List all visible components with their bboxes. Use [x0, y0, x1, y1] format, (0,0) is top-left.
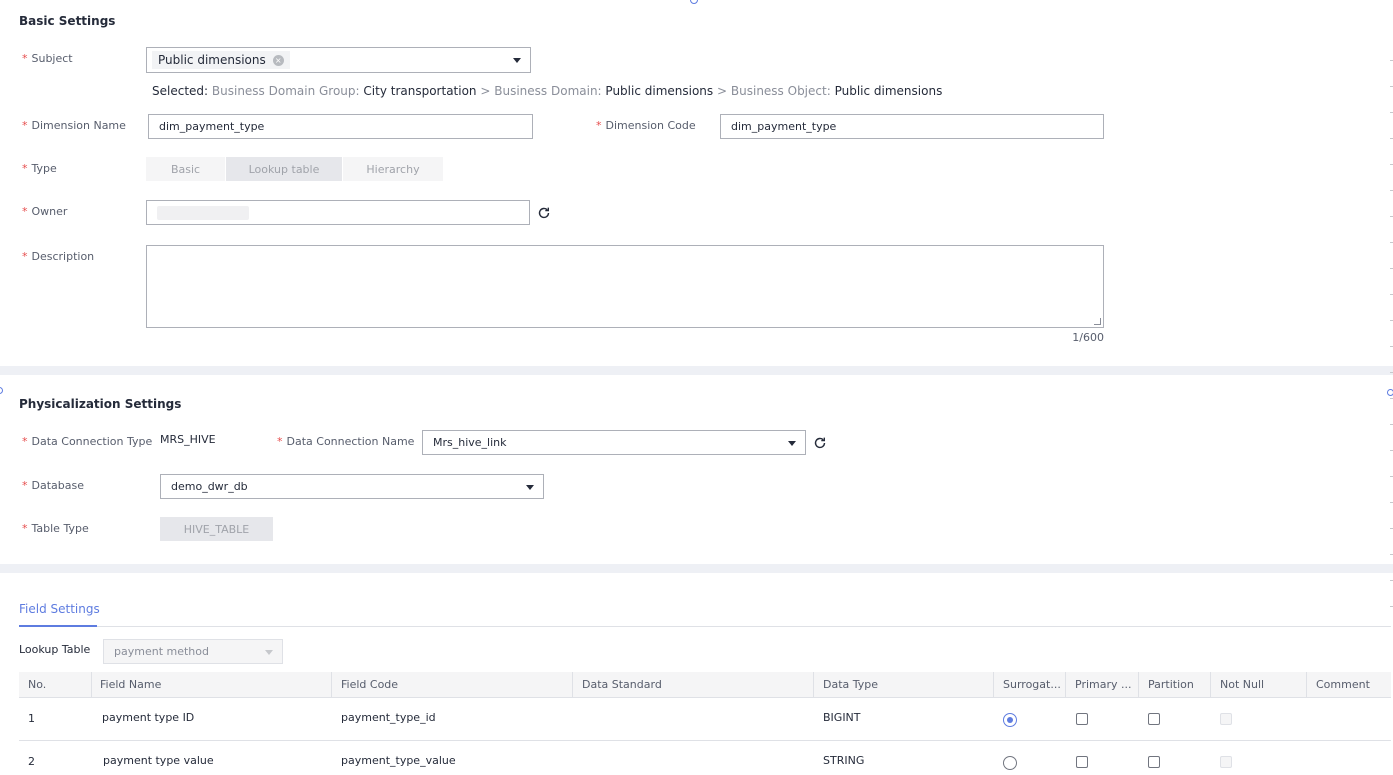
column-separator — [1306, 672, 1307, 698]
column-header-not-null: Not Null — [1220, 678, 1265, 691]
column-separator — [1065, 672, 1066, 698]
column-header-no: No. — [28, 678, 47, 691]
scroll-marker-icon — [690, 0, 698, 4]
table-type-option-hive[interactable]: HIVE_TABLE — [160, 517, 273, 541]
selected-prefix: Selected: — [152, 84, 209, 98]
path-separator: > — [717, 84, 728, 98]
group-label: Business Domain Group: — [211, 84, 360, 98]
data-connection-name-label: * Data Connection Name — [277, 435, 415, 448]
dimension-code-label: * Dimension Code — [596, 119, 696, 132]
surrogate-radio[interactable] — [1003, 756, 1017, 770]
column-separator — [1138, 672, 1139, 698]
tag-remove-icon[interactable]: × — [272, 54, 284, 66]
tab-field-settings[interactable]: Field Settings — [19, 602, 100, 616]
subject-tag: Public dimensions × — [152, 51, 290, 69]
physicalization-settings-title: Physicalization Settings — [19, 397, 182, 411]
data-connection-name-value: Mrs_hive_link — [433, 436, 507, 449]
type-option-basic[interactable]: Basic — [146, 157, 225, 181]
refresh-connection-icon[interactable] — [812, 435, 828, 451]
data-connection-type-label: * Data Connection Type — [22, 435, 153, 448]
chevron-down-icon — [526, 485, 534, 490]
table-row[interactable] — [19, 698, 1391, 741]
lookup-table-value: payment method — [114, 645, 209, 658]
anchor-marker-icon — [0, 387, 3, 394]
type-label: * Type — [22, 162, 57, 175]
data-connection-name-select[interactable]: Mrs_hive_link — [422, 430, 806, 455]
row-field-name[interactable]: payment type ID — [102, 711, 194, 724]
primary-key-checkbox[interactable] — [1076, 713, 1088, 725]
row-no: 1 — [28, 712, 35, 725]
column-header-field-name: Field Name — [100, 678, 162, 691]
domain-value: Public dimensions — [605, 84, 714, 98]
primary-key-checkbox[interactable] — [1076, 756, 1088, 768]
tab-bar-divider — [97, 626, 1391, 627]
surrogate-radio[interactable] — [1003, 713, 1017, 727]
row-no: 2 — [28, 755, 35, 768]
subject-tag-label: Public dimensions — [158, 53, 266, 67]
tab-active-indicator — [19, 625, 97, 627]
row-data-type[interactable]: STRING — [823, 754, 864, 767]
description-textarea[interactable] — [146, 245, 1104, 328]
database-label: * Database — [22, 479, 84, 492]
description-label: * Description — [22, 250, 95, 263]
column-separator — [993, 672, 994, 698]
table-row[interactable] — [19, 741, 1391, 775]
owner-value-blurred — [157, 205, 249, 220]
subject-select[interactable]: Public dimensions × — [146, 47, 531, 73]
owner-label: * Owner — [22, 205, 68, 218]
column-header-partition: Partition — [1148, 678, 1194, 691]
row-field-code[interactable]: payment_type_id — [341, 711, 436, 724]
resize-handle-icon[interactable] — [1094, 318, 1101, 325]
domain-label: Business Domain: — [494, 84, 602, 98]
column-separator — [1210, 672, 1211, 698]
lookup-table-label: Lookup Table — [19, 643, 91, 656]
column-header-surrogate: Surrogat... — [1003, 678, 1061, 691]
column-header-data-type: Data Type — [823, 678, 879, 691]
required-mark: * — [22, 52, 28, 65]
lookup-table-select: payment method — [103, 639, 283, 664]
group-value: City transportation — [363, 84, 477, 98]
chevron-down-icon — [513, 58, 521, 63]
data-connection-type-value: MRS_HIVE — [160, 433, 216, 446]
column-header-primary: Primary ... — [1075, 678, 1132, 691]
database-select[interactable]: demo_dwr_db — [160, 474, 544, 499]
path-separator: > — [480, 84, 491, 98]
column-separator — [813, 672, 814, 698]
partition-checkbox[interactable] — [1148, 756, 1160, 768]
column-header-data-standard: Data Standard — [582, 678, 662, 691]
anchor-marker-icon — [1387, 389, 1393, 396]
section-divider — [0, 564, 1393, 573]
dimension-name-label: * Dimension Name — [22, 119, 126, 132]
row-field-name[interactable]: payment type value — [103, 754, 214, 767]
object-value: Public dimensions — [834, 84, 943, 98]
not-null-checkbox — [1220, 713, 1232, 725]
row-field-code[interactable]: payment_type_value — [341, 754, 456, 767]
type-option-lookup-table[interactable]: Lookup table — [226, 157, 342, 181]
type-option-hierarchy[interactable]: Hierarchy — [343, 157, 443, 181]
dimension-code-input[interactable]: dim_payment_type — [720, 114, 1104, 139]
basic-settings-title: Basic Settings — [19, 14, 116, 28]
database-value: demo_dwr_db — [171, 480, 248, 493]
not-null-checkbox — [1220, 756, 1232, 768]
dimension-name-input[interactable]: dim_payment_type — [148, 114, 533, 139]
column-separator — [572, 672, 573, 698]
subject-label: * Subject — [22, 52, 73, 65]
chevron-down-icon — [265, 650, 273, 655]
selected-path: Selected: Business Domain Group: City tr… — [152, 84, 942, 98]
column-header-comment: Comment — [1316, 678, 1370, 691]
column-header-field-code: Field Code — [341, 678, 399, 691]
chevron-down-icon — [788, 441, 796, 446]
refresh-owner-icon[interactable] — [536, 205, 552, 221]
table-type-label: * Table Type — [22, 522, 89, 535]
description-counter: 1/600 — [1072, 331, 1104, 344]
owner-input[interactable] — [146, 200, 530, 225]
object-label: Business Object: — [730, 84, 831, 98]
row-data-type[interactable]: BIGINT — [823, 711, 861, 724]
section-divider — [0, 366, 1393, 375]
column-separator — [91, 672, 92, 698]
partition-checkbox[interactable] — [1148, 713, 1160, 725]
column-separator — [331, 672, 332, 698]
